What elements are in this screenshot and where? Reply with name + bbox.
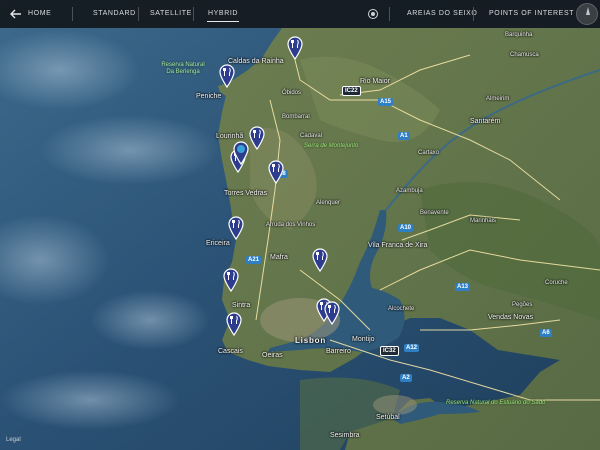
hybrid-map-button[interactable]: HYBRID [206, 0, 240, 28]
place-label: Sintra [232, 302, 251, 309]
highway-shield: IC32 [380, 346, 399, 356]
current-location-icon[interactable] [368, 9, 378, 19]
restaurant-pin-icon[interactable] [226, 312, 242, 337]
place-label: Barreiro [326, 348, 351, 355]
restaurant-pin-icon[interactable] [249, 126, 265, 151]
place-label: Barquinha [505, 32, 533, 38]
place-label: Óbidos [282, 90, 302, 96]
highway-shield: A10 [398, 224, 414, 232]
highway-shield: A12 [404, 344, 420, 352]
restaurant-pin-icon[interactable] [219, 64, 235, 89]
place-label: Lisbon [295, 336, 327, 345]
divider [473, 7, 474, 21]
highway-shield: A15 [378, 98, 394, 106]
divider [389, 7, 390, 21]
restaurant-pin-icon[interactable] [223, 268, 239, 293]
place-label: Santarém [470, 118, 501, 125]
place-label: Azambuja [396, 188, 423, 194]
place-label: Cascais [218, 348, 243, 355]
place-label: Vendas Novas [488, 314, 534, 321]
home-button[interactable]: HOME [28, 0, 51, 28]
divider [72, 7, 73, 21]
place-label: Alcochete [388, 306, 415, 312]
place-label: Reserva Natural do Estuário do Sado [446, 400, 546, 406]
restaurant-pin-icon[interactable] [312, 248, 328, 273]
cloud [0, 370, 180, 430]
highway-shield: A6 [540, 329, 552, 337]
place-label: Oeiras [262, 352, 283, 359]
place-label: Caldas da Rainha [228, 58, 284, 65]
place-label: Montijo [352, 336, 375, 343]
highway-shield: A1 [398, 132, 410, 140]
place-label: Cadaval [300, 133, 323, 139]
place-label: Cartaxo [418, 150, 440, 156]
divider [138, 7, 139, 21]
restaurant-pin-icon[interactable] [268, 160, 284, 185]
legal-link[interactable]: Legal [6, 437, 21, 443]
points-of-interest-button[interactable]: POINTS OF INTEREST [489, 0, 574, 28]
setubal-urban-area [373, 395, 417, 415]
place-label: Torres Vedras [224, 190, 268, 197]
cloud [40, 115, 220, 185]
place-label: Coruche [545, 280, 568, 286]
place-label: Peniche [196, 93, 222, 100]
place-label: Bombarral [282, 114, 310, 120]
place-label: Arruda dos Vinhos [266, 222, 316, 228]
standard-map-button[interactable]: STANDARD [93, 0, 136, 28]
place-label: Rio Maior [360, 78, 390, 85]
place-label: Pegões [512, 302, 533, 308]
place-label: Mafra [270, 254, 288, 261]
place-label: Sesimbra [330, 432, 360, 439]
place-label: Chamusca [510, 52, 539, 58]
top-navigation-bar: HOME STANDARD SATELLITE HYBRID AREIAS DO… [0, 0, 600, 28]
place-label: Reserva Natural Da Berlenga [161, 62, 205, 75]
restaurant-pin-icon[interactable] [324, 301, 340, 326]
highway-shield: A13 [455, 283, 471, 291]
place-label: Ericeira [206, 240, 230, 247]
restaurant-pin-icon[interactable] [287, 36, 303, 61]
cloud [90, 290, 210, 350]
place-label: Serra de Montejunto [304, 143, 359, 149]
place-label: Setúbal [376, 414, 400, 421]
place-label: Vila Franca de Xira [368, 242, 428, 249]
place-label: Alenquer [316, 200, 341, 206]
place-label: Lourinhã [216, 133, 244, 140]
place-label: Benavente [420, 210, 449, 216]
selected-location-pin-icon[interactable] [233, 141, 249, 166]
highway-shield: A2 [400, 374, 412, 382]
highway-shield: IC22 [342, 86, 361, 96]
place-label: Marinhais [470, 218, 497, 224]
highway-shield: A21 [246, 256, 262, 264]
divider [193, 7, 194, 21]
place-label: Almeirim [486, 96, 510, 102]
restaurant-pin-icon[interactable] [228, 216, 244, 241]
satellite-map-button[interactable]: SATELLITE [150, 0, 192, 28]
compass-icon[interactable] [576, 3, 598, 25]
back-arrow-icon[interactable] [10, 8, 22, 20]
location-button[interactable]: AREIAS DO SEIXO [407, 0, 477, 28]
